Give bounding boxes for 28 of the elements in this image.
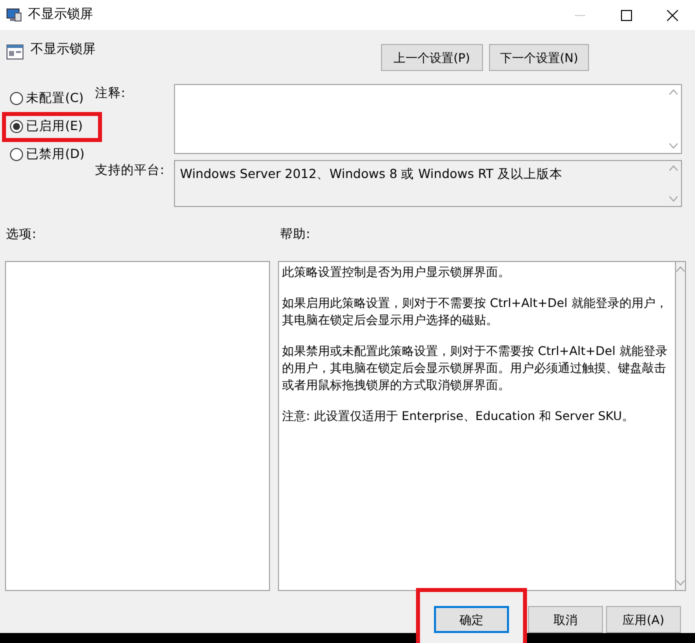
platform-text: Windows Server 2012、Windows 8 或 Windows RT 及以上版本	[179, 165, 564, 184]
close-icon[interactable]	[666, 10, 678, 20]
policy-icon	[6, 43, 24, 61]
window-icon	[6, 7, 22, 23]
help-label: 帮助:	[280, 225, 310, 244]
policy-name: 不显示锁屏	[30, 41, 96, 59]
scroll-down-icon[interactable]	[668, 196, 678, 202]
apply-button[interactable]: 应用(A)	[606, 606, 681, 633]
window-title: 不显示锁屏	[28, 6, 93, 24]
comment-field[interactable]	[174, 84, 682, 154]
maximize-icon[interactable]	[620, 10, 632, 20]
scroll-up-icon[interactable]	[668, 165, 678, 172]
help-paragraph: 如果启用此策略设置，则对于不需要按 Ctrl+Alt+Del 就能登录的用户，其电脑在锁定后会显示用户选择的磁贴。	[282, 295, 668, 330]
radio-option[interactable]: 已禁用(D)	[6, 144, 98, 166]
scroll-up-icon[interactable]	[668, 88, 678, 95]
help-paragraph: 注意: 此设置仅适用于 Enterprise、Education 和 Server SKU。	[282, 408, 635, 426]
scroll-down-icon[interactable]	[676, 580, 685, 586]
next-setting-button[interactable]: 下一个设置(N)	[489, 44, 589, 71]
help-paragraph: 如果禁用或未配置此策略设置，则对于不需要按 Ctrl+Alt+Del 就能登录的用户，其电脑在锁定后会显示锁屏界面。用户必须通过触摸、键盘敲击或者用鼠标拖拽锁屏的方式取消锁屏界面。	[282, 343, 668, 394]
previous-setting-button[interactable]: 上一个设置(P)	[380, 44, 483, 71]
scroll-up-icon[interactable]	[676, 266, 685, 272]
options-label: 选项:	[6, 225, 38, 244]
cancel-button[interactable]: 取消	[528, 606, 603, 633]
scroll-down-icon[interactable]	[668, 142, 678, 149]
minimize-icon[interactable]	[575, 14, 585, 16]
help-paragraph: 此策略设置控制是否为用户显示锁屏界面。	[282, 264, 511, 282]
platform-label: 支持的平台:	[95, 160, 166, 179]
comment-label: 注释:	[95, 84, 126, 102]
